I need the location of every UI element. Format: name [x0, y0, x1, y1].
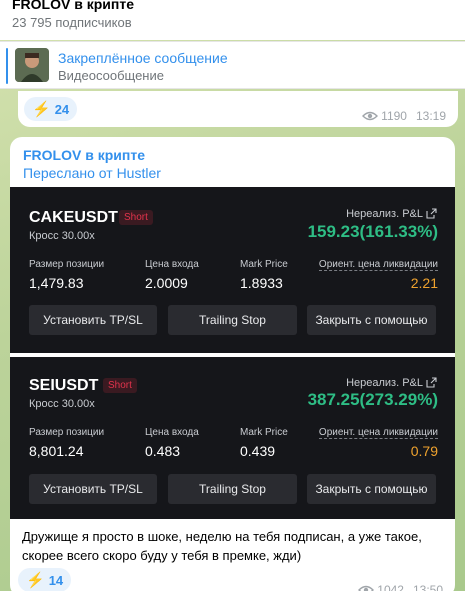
message-text: Дружище я просто в шоке, неделю на тебя …	[22, 529, 422, 563]
close-with-button[interactable]: Закрыть с помощью	[307, 474, 436, 504]
close-with-button[interactable]: Закрыть с помощью	[307, 305, 436, 335]
message-author[interactable]: FROLOV в крипте	[23, 147, 145, 163]
liq-value: 0.79	[410, 443, 438, 459]
eye-icon	[358, 585, 375, 591]
mark-label: Mark Price	[240, 259, 288, 270]
message-time: 13:19	[415, 109, 446, 123]
trailing-stop-button[interactable]: Trailing Stop	[168, 305, 297, 335]
position-card[interactable]: CAKEUSDT Short Кросс 30.00x Нереализ. P&…	[10, 187, 455, 353]
entry-label: Цена входа	[145, 259, 199, 270]
margin-mode: Кросс 30.00x	[29, 398, 95, 410]
liq-value: 2.21	[410, 275, 438, 291]
chat-header[interactable]: FROLOV в крипте 23 795 подписчиков	[0, 0, 465, 40]
pinned-message-bar[interactable]: Закреплённое сообщение Видеосообщение	[0, 41, 465, 89]
mark-label: Mark Price	[240, 427, 288, 438]
message-meta: 1190 13:19	[362, 109, 446, 123]
share-icon[interactable]	[426, 208, 437, 219]
position-card[interactable]: SEIUSDT Short Кросс 30.00x Нереализ. P&L…	[10, 357, 455, 519]
size-value: 1,479.83	[29, 275, 84, 291]
message-bubble: FROLOV в крипте Переслано от Hustler CAK…	[10, 137, 455, 591]
subscriber-count: 23 795 подписчиков	[12, 15, 132, 30]
pnl-value: 159.23(161.33%)	[307, 222, 438, 241]
lightning-icon: ⚡	[26, 572, 45, 589]
liq-label: Ориент. цена ликвидации	[318, 427, 438, 439]
pinned-indicator	[6, 48, 8, 84]
position-symbol: SEIUSDT	[29, 377, 99, 394]
entry-value: 0.483	[145, 443, 181, 459]
trailing-stop-button[interactable]: Trailing Stop	[168, 474, 297, 504]
entry-value: 2.0009	[145, 275, 188, 291]
view-count: 1042	[377, 583, 404, 591]
forwarded-from[interactable]: Переслано от Hustler	[23, 165, 161, 181]
message-time: 13:50	[412, 583, 443, 591]
reaction-count: 24	[54, 101, 70, 117]
mark-value: 0.439	[240, 443, 276, 459]
position-side-badge: Short	[103, 378, 137, 393]
message-meta: 1042 13:50	[358, 583, 443, 591]
position-side-badge: Short	[119, 210, 153, 225]
pnl-label: Нереализ. P&L	[346, 377, 423, 389]
pinned-thumbnail	[15, 48, 49, 82]
size-label: Размер позиции	[29, 259, 105, 270]
pinned-title: Закреплённое сообщение	[58, 50, 228, 66]
eye-icon	[362, 111, 379, 121]
margin-mode: Кросс 30.00x	[29, 230, 95, 242]
pnl-value: 387.25(273.29%)	[307, 390, 438, 409]
pinned-subtitle: Видеосообщение	[58, 68, 164, 83]
reaction-count: 14	[48, 572, 64, 588]
size-value: 8,801.24	[29, 443, 84, 459]
previous-message: ⚡ 24 1190 13:19	[18, 91, 458, 127]
entry-label: Цена входа	[145, 427, 199, 438]
set-tpsl-button[interactable]: Установить TP/SL	[29, 305, 157, 335]
reaction-chip[interactable]: ⚡ 24	[24, 97, 78, 121]
share-icon[interactable]	[426, 377, 437, 388]
reaction-chip[interactable]: ⚡ 14	[18, 568, 72, 591]
position-symbol: CAKEUSDT	[29, 209, 118, 226]
set-tpsl-button[interactable]: Установить TP/SL	[29, 474, 157, 504]
channel-title: FROLOV в крипте	[12, 0, 134, 12]
size-label: Размер позиции	[29, 427, 105, 438]
pnl-label: Нереализ. P&L	[346, 208, 423, 220]
view-count: 1190	[381, 109, 407, 123]
mark-value: 1.8933	[240, 275, 283, 291]
lightning-icon: ⚡	[32, 101, 51, 118]
liq-label: Ориент. цена ликвидации	[318, 259, 438, 271]
